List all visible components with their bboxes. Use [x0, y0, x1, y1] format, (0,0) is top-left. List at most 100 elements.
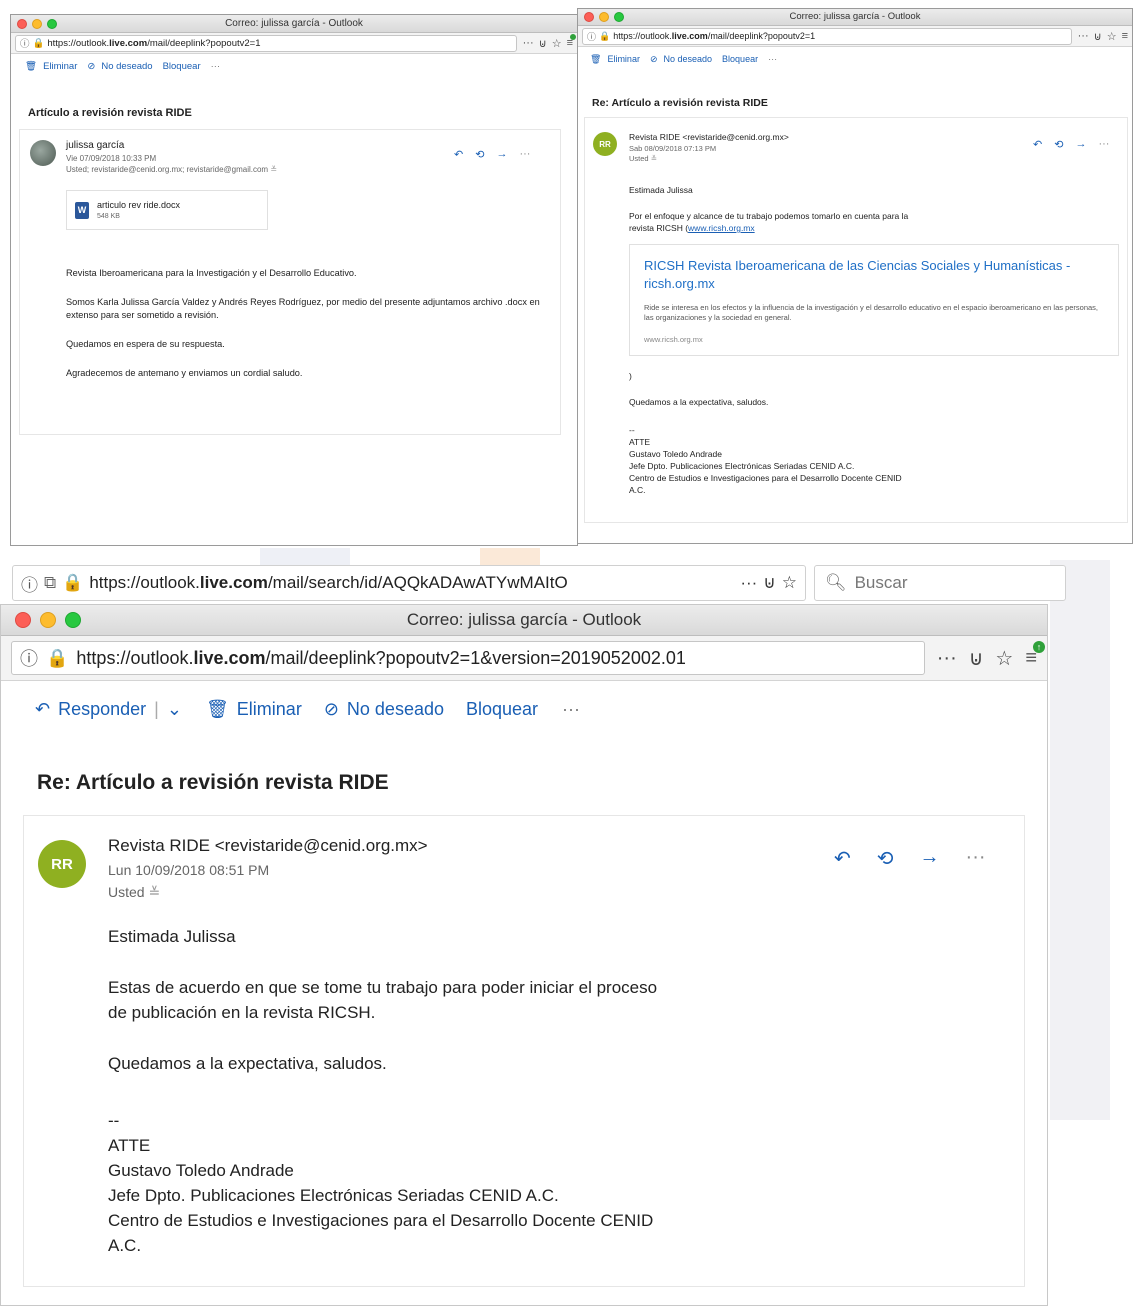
block-button[interactable]: Bloquear [722, 54, 758, 64]
signature-line: ATTE [629, 437, 651, 447]
junk-icon[interactable]: ⊘ [324, 699, 339, 720]
toolbar-divider: | [154, 698, 159, 719]
ricsh-link[interactable]: www.ricsh.org.mx [688, 223, 755, 233]
trash-icon[interactable]: 🗑 [590, 54, 601, 65]
page-actions-icon[interactable]: ··· [1078, 30, 1089, 42]
pocket-icon[interactable]: ⊍ [763, 573, 775, 593]
more-actions-button[interactable]: ··· [768, 54, 777, 64]
close-window-button[interactable] [584, 12, 594, 22]
delete-button[interactable]: Eliminar [607, 54, 640, 64]
junk-button[interactable]: No deseado [664, 54, 713, 64]
window-3-traffic-lights [15, 605, 81, 635]
bookmark-star-icon[interactable]: ☆ [995, 646, 1013, 671]
reply-icon[interactable]: ↶ [454, 148, 463, 161]
reply-all-icon[interactable]: ⟲ [877, 846, 894, 871]
minimize-window-button[interactable] [40, 612, 56, 628]
pocket-icon[interactable]: ⊍ [969, 646, 984, 671]
window-2-url-icons: ··· ⊍ ☆ ≡ [1078, 30, 1128, 43]
address-bar[interactable]: ⓘ 🔒 https://outlook.live.com/mail/deepli… [582, 27, 1072, 45]
minimize-window-button[interactable] [32, 18, 42, 29]
info-icon[interactable]: ⓘ [20, 645, 38, 671]
bookmark-star-icon[interactable]: ☆ [782, 573, 797, 593]
pocket-icon[interactable]: ⊍ [539, 37, 547, 50]
menu-icon[interactable]: ≡ ↑ [1025, 640, 1045, 670]
info-icon[interactable]: ⓘ [20, 36, 30, 50]
message-subject: Re: Artículo a revisión revista RIDE [592, 97, 768, 109]
trash-icon[interactable]: 🗑 [206, 699, 229, 720]
junk-icon[interactable]: ⊘ [87, 61, 95, 72]
bookmark-star-icon[interactable]: ☆ [552, 37, 562, 50]
minimize-window-button[interactable] [599, 12, 609, 22]
info-icon[interactable]: ⓘ [587, 30, 596, 43]
more-icon[interactable]: ··· [1098, 138, 1109, 151]
close-window-button[interactable] [17, 18, 27, 29]
sender-name: julissa garcía [66, 140, 125, 151]
link-preview-card[interactable]: RICSH Revista Iberoamericana de las Cien… [629, 244, 1119, 356]
zoom-window-button[interactable] [65, 612, 81, 628]
expand-recipients-icon[interactable]: ≚ [270, 165, 277, 174]
reply-icon[interactable]: ↶ [834, 846, 851, 871]
signature-line: Gustavo Toledo Andrade [629, 449, 722, 459]
info-icon[interactable]: ⓘ [21, 571, 38, 596]
more-actions-button[interactable]: ··· [211, 61, 221, 72]
delete-button[interactable]: Eliminar [43, 61, 77, 72]
message-card: RR Revista RIDE <revistaride@cenid.org.m… [584, 117, 1128, 523]
zoom-window-button[interactable] [47, 18, 57, 29]
forward-icon[interactable]: → [920, 846, 940, 871]
reply-icon[interactable]: ↶ [35, 699, 50, 720]
zoom-window-button[interactable] [614, 12, 624, 22]
expand-recipients-icon[interactable]: ≚ [651, 154, 657, 163]
block-button[interactable]: Bloquear [466, 699, 538, 720]
window-2-traffic-lights [584, 9, 624, 25]
page-actions-icon[interactable]: ··· [937, 647, 957, 670]
window-2-titlebar: Correo: julissa garcía - Outlook [578, 9, 1132, 26]
sender-name: Revista RIDE <revistaride@cenid.org.mx> [108, 836, 428, 855]
message-body: Estimada Julissa Estas de acuerdo en que… [108, 924, 988, 1258]
attachment-name: articulo rev ride.docx [97, 200, 181, 210]
search-box[interactable]: 🔍︎ Buscar [814, 565, 1066, 601]
signature-line: Centro de Estudios e Investigaciones par… [629, 473, 902, 483]
menu-icon[interactable]: ≡ [567, 34, 576, 49]
delete-button[interactable]: Eliminar [237, 699, 302, 720]
junk-button[interactable]: No deseado [101, 61, 152, 72]
search-input[interactable]: Buscar [855, 573, 908, 593]
pocket-icon[interactable]: ⊍ [1094, 30, 1102, 43]
signature-line: Centro de Estudios e Investigaciones par… [108, 1211, 654, 1230]
more-icon[interactable]: ··· [966, 846, 986, 871]
trash-icon[interactable]: 🗑 [25, 61, 37, 72]
expand-recipients-icon[interactable]: ≚ [148, 884, 160, 900]
more-icon[interactable]: ··· [519, 148, 530, 161]
url-text: https://outlook.live.com/mail/deeplink?p… [613, 31, 816, 41]
avatar: RR [593, 132, 617, 156]
forward-icon[interactable]: → [1075, 138, 1086, 151]
sender-name: Revista RIDE <revistaride@cenid.org.mx> [629, 132, 789, 142]
lock-icon: 🔒 [62, 573, 84, 592]
menu-icon[interactable]: ≡ [1122, 30, 1128, 42]
window-2: Correo: julissa garcía - Outlook ⓘ 🔒 htt… [577, 8, 1133, 544]
more-actions-button[interactable]: ··· [562, 699, 580, 720]
bookmark-star-icon[interactable]: ☆ [1107, 30, 1117, 43]
forward-icon[interactable]: → [496, 148, 507, 161]
permissions-icon[interactable]: ⧉ [44, 573, 56, 593]
block-button[interactable]: Bloquear [163, 61, 201, 72]
message-body: Revista Iberoamericana para la Investiga… [66, 267, 546, 380]
message-card: RR Revista RIDE <revistaride@cenid.org.m… [23, 815, 1025, 1287]
junk-button[interactable]: No deseado [347, 699, 444, 720]
reply-all-icon[interactable]: ⟲ [1054, 138, 1063, 151]
chevron-down-icon[interactable]: ⌄ [167, 699, 182, 720]
reply-button[interactable]: Responder [58, 699, 146, 720]
outer-address-bar[interactable]: ⓘ ⧉ 🔒 https://outlook.live.com/mail/sear… [12, 565, 806, 601]
close-window-button[interactable] [15, 612, 31, 628]
address-bar[interactable]: ⓘ 🔒 https://outlook.live.com/mail/deepli… [11, 641, 925, 675]
window-3-url-icons: ··· ⊍ ☆ ≡ ↑ [937, 640, 1045, 671]
reply-icon[interactable]: ↶ [1033, 138, 1042, 151]
address-bar[interactable]: ⓘ 🔒 https://outlook.live.com/mail/deepli… [15, 34, 517, 52]
attachment-card[interactable]: W articulo rev ride.docx 548 KB [66, 190, 268, 230]
window-1-traffic-lights [17, 15, 57, 32]
reply-all-icon[interactable]: ⟲ [475, 148, 484, 161]
page-actions-icon[interactable]: ··· [740, 573, 757, 593]
junk-icon[interactable]: ⊘ [650, 54, 658, 65]
signature-line: Gustavo Toledo Andrade [108, 1161, 294, 1180]
body-paragraph: Revista Iberoamericana para la Investiga… [66, 268, 357, 278]
page-actions-icon[interactable]: ··· [523, 37, 534, 49]
